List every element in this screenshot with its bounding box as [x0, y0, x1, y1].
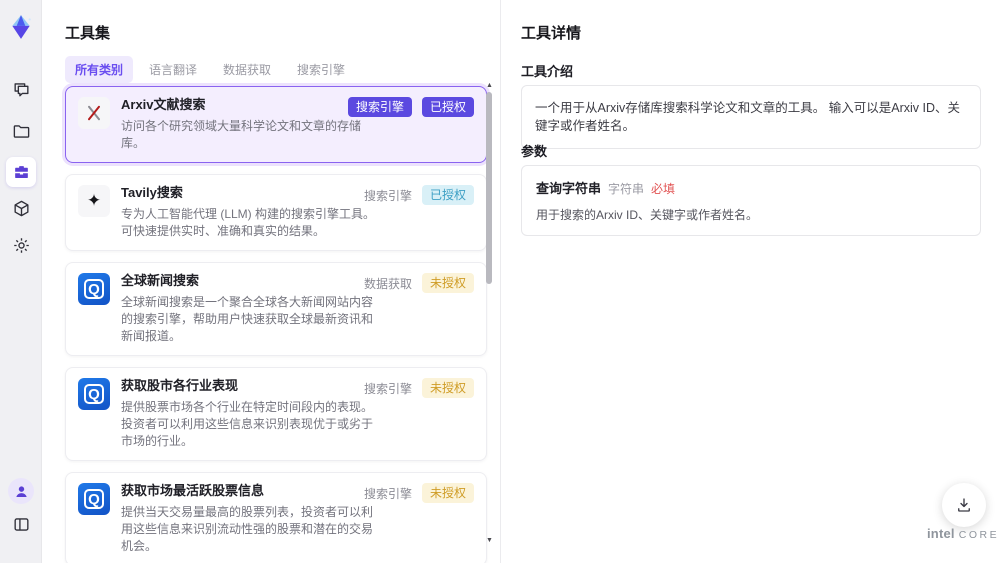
intro-heading: 工具介绍 [521, 64, 574, 79]
tool-detail-panel: 工具详情 工具介绍 一个用于从Arxiv存储库搜索科学论文和文章的工具。 输入可… [500, 0, 1000, 563]
param-required-label: 必填 [651, 182, 676, 196]
news-icon: Q [78, 273, 110, 305]
tool-category-badge: 搜索引擎 [347, 97, 412, 117]
download-icon [958, 498, 970, 512]
detail-title: 工具详情 [521, 25, 582, 42]
left-sidebar [0, 0, 42, 563]
param-type: 字符串 [608, 182, 645, 196]
tool-status-badge: 已授权 [421, 97, 474, 117]
page-title: 工具集 [65, 25, 111, 42]
category-tab-3[interactable]: 搜索引擎 [287, 56, 355, 83]
tool-description: 提供股票市场各个行业在特定时间段内的表现。投资者可以利用这些信息来识别表现优于或… [121, 400, 374, 448]
category-tabs: 所有类别 语言翻译 数据获取 搜索引擎 [65, 56, 355, 83]
tool-badges: 数据获取 未授权 [364, 273, 474, 293]
tool-category-badge: 搜索引擎 [363, 188, 412, 203]
params-heading: 参数 [521, 144, 548, 159]
tool-list-panel: 工具集 所有类别 语言翻译 数据获取 搜索引擎 Arxiv文献搜索 访问各个研究领域大… [42, 0, 500, 563]
gear-icon[interactable] [9, 233, 33, 257]
scrollbar-thumb[interactable] [486, 92, 492, 284]
download-button[interactable] [942, 483, 986, 527]
app-logo-icon [8, 14, 34, 40]
scroll-down-arrow[interactable]: ▼ [486, 537, 493, 544]
intro-text-box: 一个用于从Arxiv存储库搜索科学论文和文章的工具。 输入可以是Arxiv ID… [521, 85, 981, 149]
user-icon[interactable] [8, 478, 34, 504]
app-window: 工具集 所有类别 语言翻译 数据获取 搜索引擎 Arxiv文献搜索 访问各个研究领域大… [0, 0, 1000, 563]
tool-badges: 搜索引擎 未授权 [364, 483, 474, 503]
arxiv-icon [78, 97, 110, 129]
param-description: 用于搜索的Arxiv ID、关键字或作者姓名。 [536, 208, 759, 222]
panel-toggle-icon[interactable] [9, 512, 33, 536]
tool-category-badge: 数据获取 [363, 276, 412, 291]
scroll-up-arrow[interactable]: ▲ [486, 82, 493, 89]
intel-core-logo: intel CORE [927, 526, 999, 541]
sparkle-icon: ✦ [78, 185, 110, 217]
tool-description: 专为人工智能代理 (LLM) 构建的搜索引擎工具。可快速提供实时、准确和真实的结… [121, 207, 376, 238]
tool-description: 全球新闻搜索是一个聚合全球各大新闻网站内容的搜索引擎，帮助用户快速获取全球最新资… [121, 295, 374, 343]
tool-badges: 搜索引擎 已授权 [364, 185, 474, 205]
tool-card[interactable]: Q 全球新闻搜索 全球新闻搜索是一个聚合全球各大新闻网站内容的搜索引擎，帮助用户… [65, 262, 487, 356]
news-icon: Q [78, 378, 110, 410]
category-tab-2[interactable]: 数据获取 [213, 56, 281, 83]
tool-card[interactable]: Q 获取股市各行业表现 提供股票市场各个行业在特定时间段内的表现。投资者可以利用… [65, 367, 487, 461]
tool-category-badge: 搜索引擎 [363, 381, 412, 396]
tool-status-badge: 未授权 [421, 483, 474, 503]
param-item: 查询字符串 字符串 必填 用于搜索的Arxiv ID、关键字或作者姓名。 [536, 178, 966, 223]
tool-description: 访问各个研究领域大量科学论文和文章的存储库。 [121, 119, 362, 150]
tool-card[interactable]: Q 获取市场最活跃股票信息 提供当天交易量最高的股票列表，投资者可以利用这些信息… [65, 472, 487, 563]
tool-cards-list: Arxiv文献搜索 访问各个研究领域大量科学论文和文章的存储库。 搜索引擎 已授… [65, 86, 487, 563]
intel-wordmark: intel [927, 526, 955, 541]
tool-status-badge: 未授权 [421, 273, 474, 293]
category-tab-0[interactable]: 所有类别 [65, 56, 134, 83]
tool-badges: 搜索引擎 未授权 [364, 378, 474, 398]
toolbox-icon[interactable] [6, 157, 36, 187]
tool-card[interactable]: ✦ Tavily搜索 专为人工智能代理 (LLM) 构建的搜索引擎工具。可快速提… [65, 174, 487, 251]
tool-status-badge: 已授权 [421, 185, 474, 205]
param-name: 查询字符串 [536, 181, 602, 196]
folder-icon[interactable] [9, 119, 33, 143]
news-icon: Q [78, 483, 110, 515]
tool-description: 提供当天交易量最高的股票列表，投资者可以利用这些信息来识别流动性强的股票和潜在的… [121, 505, 374, 553]
tool-badges: 搜索引擎 已授权 [347, 97, 474, 117]
chat-icon[interactable] [9, 77, 33, 101]
category-tab-1[interactable]: 语言翻译 [139, 56, 207, 83]
cube-icon[interactable] [9, 196, 33, 220]
tool-category-badge: 搜索引擎 [363, 486, 412, 501]
param-box: 查询字符串 字符串 必填 用于搜索的Arxiv ID、关键字或作者姓名。 [521, 165, 981, 236]
core-wordmark: CORE [958, 529, 1000, 541]
tool-card[interactable]: Arxiv文献搜索 访问各个研究领域大量科学论文和文章的存储库。 搜索引擎 已授… [65, 86, 487, 163]
tool-status-badge: 未授权 [421, 378, 474, 398]
